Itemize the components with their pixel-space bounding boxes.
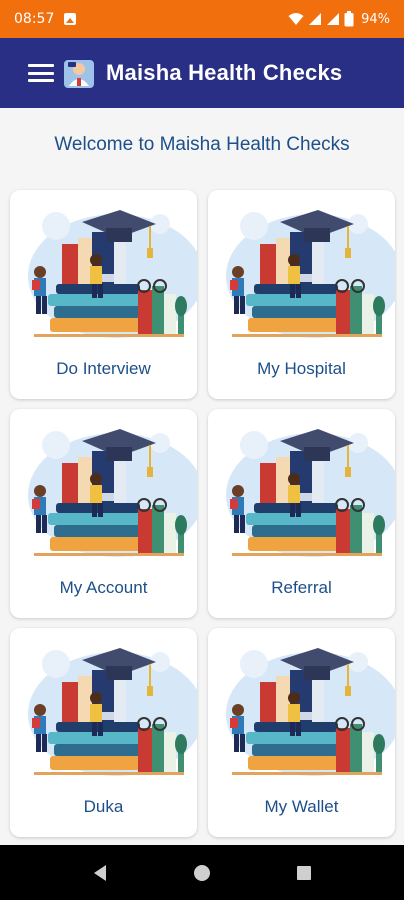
wifi-icon [288, 13, 304, 25]
status-bar: 08:57 94% [0, 0, 404, 38]
status-time: 08:57 [14, 11, 55, 27]
battery-icon [344, 11, 354, 27]
tile-duka[interactable]: Duka [10, 628, 197, 837]
books-graduation-illustration [208, 409, 395, 561]
tile-referral[interactable]: Referral [208, 409, 395, 618]
system-nav-bar [0, 845, 404, 900]
tile-my-hospital[interactable]: My Hospital [208, 190, 395, 399]
menu-grid: Do Interview My Hospital My Account Refe… [10, 190, 396, 837]
books-graduation-illustration [10, 190, 197, 342]
tile-label: Referral [271, 578, 332, 597]
gallery-notification-icon [64, 13, 77, 25]
hamburger-icon[interactable] [28, 64, 54, 82]
books-graduation-illustration [208, 628, 395, 780]
app-title: Maisha Health Checks [106, 60, 343, 85]
books-graduation-illustration [10, 409, 197, 561]
cell-signal-icon [309, 13, 322, 25]
status-indicators: 94% [288, 11, 390, 27]
tile-label: My Wallet [264, 797, 339, 816]
circle-home-icon[interactable] [186, 857, 218, 889]
tile-label: Do Interview [56, 359, 151, 378]
tile-do-interview[interactable]: Do Interview [10, 190, 197, 399]
books-graduation-illustration [10, 628, 197, 780]
cell-signal-2-icon [327, 13, 340, 25]
welcome-message: Welcome to Maisha Health Checks [54, 134, 350, 155]
square-recents-icon[interactable] [288, 857, 320, 889]
books-graduation-illustration [208, 190, 395, 342]
battery-percent: 94% [361, 11, 390, 27]
tile-label: My Account [59, 578, 148, 597]
app-bar: Maisha Health Checks [0, 38, 404, 108]
doctor-logo-icon [64, 60, 94, 88]
tile-label: My Hospital [257, 359, 346, 378]
tile-label: Duka [83, 797, 124, 816]
tile-my-wallet[interactable]: My Wallet [208, 628, 395, 837]
tile-my-account[interactable]: My Account [10, 409, 197, 618]
triangle-back-icon[interactable] [84, 857, 116, 889]
